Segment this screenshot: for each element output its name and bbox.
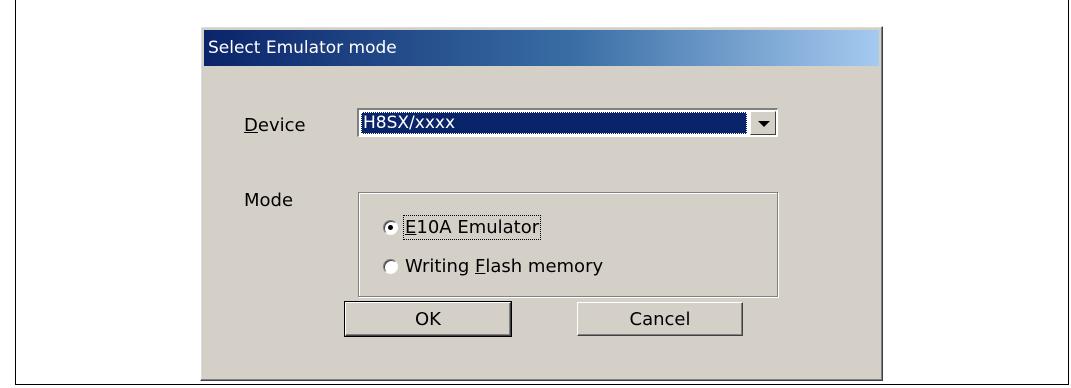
radio-dot-icon: [388, 224, 393, 230]
device-combobox[interactable]: H8SX/xxxx: [357, 108, 778, 137]
device-selected-value: H8SX/xxxx: [361, 112, 747, 134]
mode-group: E10A Emulator Writing Flash memory: [358, 192, 778, 297]
mode-label: Mode: [244, 190, 294, 211]
dialog-title: Select Emulator mode: [208, 38, 397, 58]
e10a-emulator-label: E10A Emulator: [402, 214, 542, 240]
ok-button[interactable]: OK: [344, 301, 512, 337]
writing-flash-memory-label: Writing Flash memory: [405, 255, 604, 277]
device-dropdown-button[interactable]: [750, 111, 776, 135]
radio-button-selected[interactable]: [383, 219, 398, 235]
cancel-button[interactable]: Cancel: [577, 302, 743, 336]
mode-option-e10a-emulator[interactable]: E10A Emulator: [383, 214, 542, 240]
select-emulator-mode-dialog: Select Emulator mode Device H8SX/xxxx Mo…: [200, 26, 883, 381]
mode-option-writing-flash-memory[interactable]: Writing Flash memory: [383, 253, 603, 279]
device-label: Device: [244, 115, 306, 136]
dialog-title-bar[interactable]: Select Emulator mode: [204, 30, 879, 66]
chevron-down-icon: [758, 121, 770, 127]
radio-button-unselected[interactable]: [383, 258, 398, 274]
